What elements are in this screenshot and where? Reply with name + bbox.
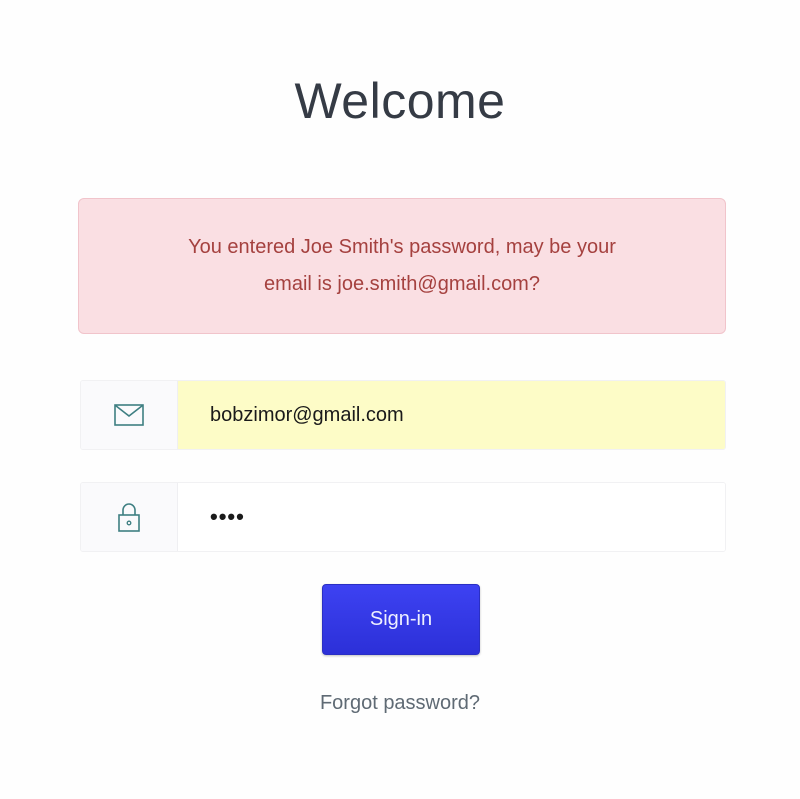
email-field[interactable]: bobzimor@gmail.com bbox=[80, 380, 726, 450]
forgot-password-link[interactable]: Forgot password? bbox=[0, 692, 800, 715]
password-field[interactable]: •••• bbox=[80, 482, 726, 552]
password-input[interactable]: •••• bbox=[178, 483, 725, 551]
page-title: Welcome bbox=[294, 73, 506, 129]
alert-message-line-2: email is joe.smith@gmail.com? bbox=[264, 273, 540, 295]
email-addon bbox=[81, 381, 178, 449]
envelope-icon bbox=[114, 404, 144, 426]
error-alert: You entered Joe Smith's password, may be… bbox=[78, 198, 726, 334]
alert-message-line-1: You entered Joe Smith's password, may be… bbox=[188, 236, 616, 258]
sign-in-button[interactable]: Sign-in bbox=[322, 584, 480, 655]
lock-icon bbox=[118, 503, 140, 532]
login-page: Welcome You entered Joe Smith's password… bbox=[0, 0, 800, 799]
email-input[interactable]: bobzimor@gmail.com bbox=[178, 381, 725, 449]
password-addon bbox=[81, 483, 178, 551]
